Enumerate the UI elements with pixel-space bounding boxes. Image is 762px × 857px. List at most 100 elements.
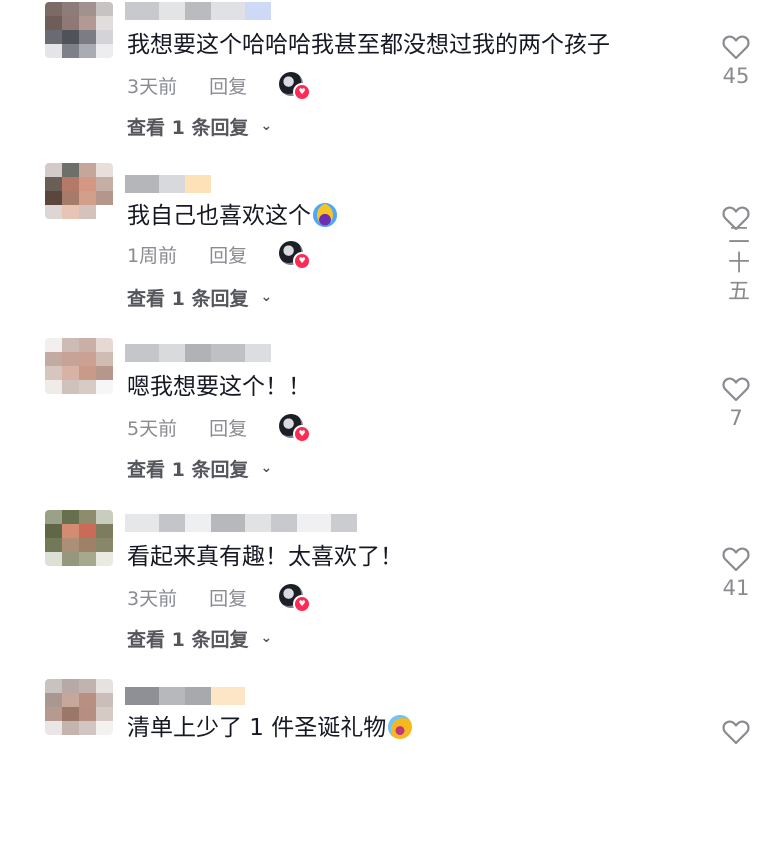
username-pixel bbox=[245, 2, 271, 20]
avatar-pixel bbox=[45, 380, 62, 394]
comment-meta: 1周前 回复 ♥ bbox=[127, 241, 312, 270]
username-pixel bbox=[159, 175, 185, 193]
comment-time: 3天前 bbox=[127, 75, 178, 98]
avatar-pixel bbox=[79, 721, 96, 735]
avatar-pixel bbox=[62, 163, 79, 177]
view-replies-button[interactable]: 查看 1 条回复 ⌄ bbox=[127, 283, 272, 311]
username-pixel bbox=[159, 2, 185, 20]
comment-time: 5天前 bbox=[127, 417, 178, 440]
avatar-pixel bbox=[96, 44, 113, 58]
reply-button[interactable]: 回复 bbox=[209, 414, 247, 441]
avatar-pixel bbox=[79, 16, 96, 30]
avatar-pixel bbox=[45, 163, 62, 177]
avatar-pixel bbox=[45, 366, 62, 380]
reply-button[interactable]: 回复 bbox=[209, 584, 247, 611]
like-area[interactable]: 41 bbox=[712, 546, 760, 600]
avatar-pixel bbox=[79, 191, 96, 205]
avatar-pixel bbox=[79, 2, 96, 16]
avatar-pixel bbox=[62, 191, 79, 205]
avatar-pixel bbox=[45, 2, 62, 16]
avatar-pixel bbox=[62, 338, 79, 352]
heart-outline-icon[interactable] bbox=[722, 34, 750, 60]
username-pixel bbox=[331, 514, 357, 532]
like-area[interactable]: 二十五 bbox=[712, 205, 760, 307]
avatar-pixel bbox=[62, 524, 79, 538]
view-replies-button[interactable]: 查看 1 条回复 ⌄ bbox=[127, 112, 272, 140]
like-count: 二十五 bbox=[724, 223, 749, 307]
username[interactable] bbox=[125, 687, 245, 707]
username-pixel bbox=[211, 2, 245, 20]
comment-time: 1周前 bbox=[127, 244, 178, 267]
comment-item: 我想要这个哈哈哈我甚至都没想过我的两个孩子 3天前 回复 ♥ 查看 1 条回复 … bbox=[0, 0, 762, 172]
username-pixel bbox=[185, 344, 211, 362]
creator-liked-badge: ♥ bbox=[279, 241, 312, 270]
like-area[interactable]: 45 bbox=[712, 34, 760, 88]
username[interactable] bbox=[125, 344, 271, 364]
heart-icon: ♥ bbox=[293, 83, 312, 101]
like-area[interactable] bbox=[712, 719, 760, 745]
view-replies-button[interactable]: 查看 1 条回复 ⌄ bbox=[127, 624, 272, 652]
username-pixel bbox=[125, 344, 159, 362]
comment-text: 嗯我想要这个！！ bbox=[127, 374, 311, 400]
crying-face-emoji bbox=[313, 203, 337, 227]
avatar-pixel bbox=[62, 177, 79, 191]
avatar-pixel bbox=[45, 524, 62, 538]
comment-text: 清单上少了 1 件圣诞礼物 bbox=[127, 711, 413, 745]
avatar-pixel bbox=[45, 721, 62, 735]
view-replies-label: 查看 1 条回复 bbox=[127, 458, 249, 481]
avatar-pixel bbox=[45, 693, 62, 707]
heart-outline-icon[interactable] bbox=[722, 546, 750, 572]
avatar-pixel bbox=[62, 380, 79, 394]
avatar-pixel bbox=[96, 721, 113, 735]
avatar-pixel bbox=[96, 177, 113, 191]
avatar-pixel bbox=[62, 16, 79, 30]
avatar-pixel bbox=[45, 352, 62, 366]
username-pixel bbox=[271, 514, 297, 532]
username-pixel bbox=[211, 687, 245, 705]
username[interactable] bbox=[125, 514, 357, 534]
avatar-pixel bbox=[79, 380, 96, 394]
avatar-pixel bbox=[62, 366, 79, 380]
like-count: 45 bbox=[722, 64, 750, 88]
avatar-pixel bbox=[79, 44, 96, 58]
like-area[interactable]: 7 bbox=[712, 376, 760, 430]
avatar-pixel bbox=[62, 44, 79, 58]
chevron-down-icon: ⌄ bbox=[260, 630, 273, 646]
avatar-pixel bbox=[96, 510, 113, 524]
avatar-pixel bbox=[79, 177, 96, 191]
avatar-pixel bbox=[96, 679, 113, 693]
avatar-pixel bbox=[62, 693, 79, 707]
avatar-pixel bbox=[45, 191, 62, 205]
view-replies-button[interactable]: 查看 1 条回复 ⌄ bbox=[127, 454, 272, 482]
reply-button[interactable]: 回复 bbox=[209, 72, 247, 99]
avatar[interactable] bbox=[45, 679, 113, 735]
comment-text: 我想要这个哈哈哈我甚至都没想过我的两个孩子 bbox=[127, 32, 610, 58]
comment-text: 看起来真有趣！太喜欢了！ bbox=[127, 544, 403, 570]
creator-liked-badge: ♥ bbox=[279, 414, 312, 443]
username[interactable] bbox=[125, 175, 211, 195]
avatar-pixel bbox=[79, 707, 96, 721]
heart-outline-icon[interactable] bbox=[722, 719, 750, 745]
laughing-face-emoji bbox=[388, 715, 413, 739]
heart-icon: ♥ bbox=[293, 595, 312, 613]
username-pixel bbox=[245, 514, 271, 532]
avatar[interactable] bbox=[45, 2, 113, 58]
reply-button[interactable]: 回复 bbox=[209, 241, 247, 268]
avatar-pixel bbox=[96, 163, 113, 177]
username-pixel bbox=[185, 514, 211, 532]
avatar-pixel bbox=[79, 205, 96, 219]
avatar[interactable] bbox=[45, 338, 113, 394]
avatar-pixel bbox=[45, 679, 62, 693]
avatar[interactable] bbox=[45, 510, 113, 566]
heart-outline-icon[interactable] bbox=[722, 376, 750, 402]
avatar-pixel bbox=[62, 538, 79, 552]
username[interactable] bbox=[125, 2, 271, 22]
avatar-pixel bbox=[79, 352, 96, 366]
comment-item: 看起来真有趣！太喜欢了！ 3天前 回复 ♥ 查看 1 条回复 ⌄ 41 bbox=[0, 510, 762, 684]
view-replies-label: 查看 1 条回复 bbox=[127, 287, 249, 310]
avatar-pixel bbox=[62, 552, 79, 566]
username-pixel bbox=[185, 687, 211, 705]
avatar[interactable] bbox=[45, 163, 113, 219]
username-pixel bbox=[125, 687, 159, 705]
avatar-pixel bbox=[45, 552, 62, 566]
